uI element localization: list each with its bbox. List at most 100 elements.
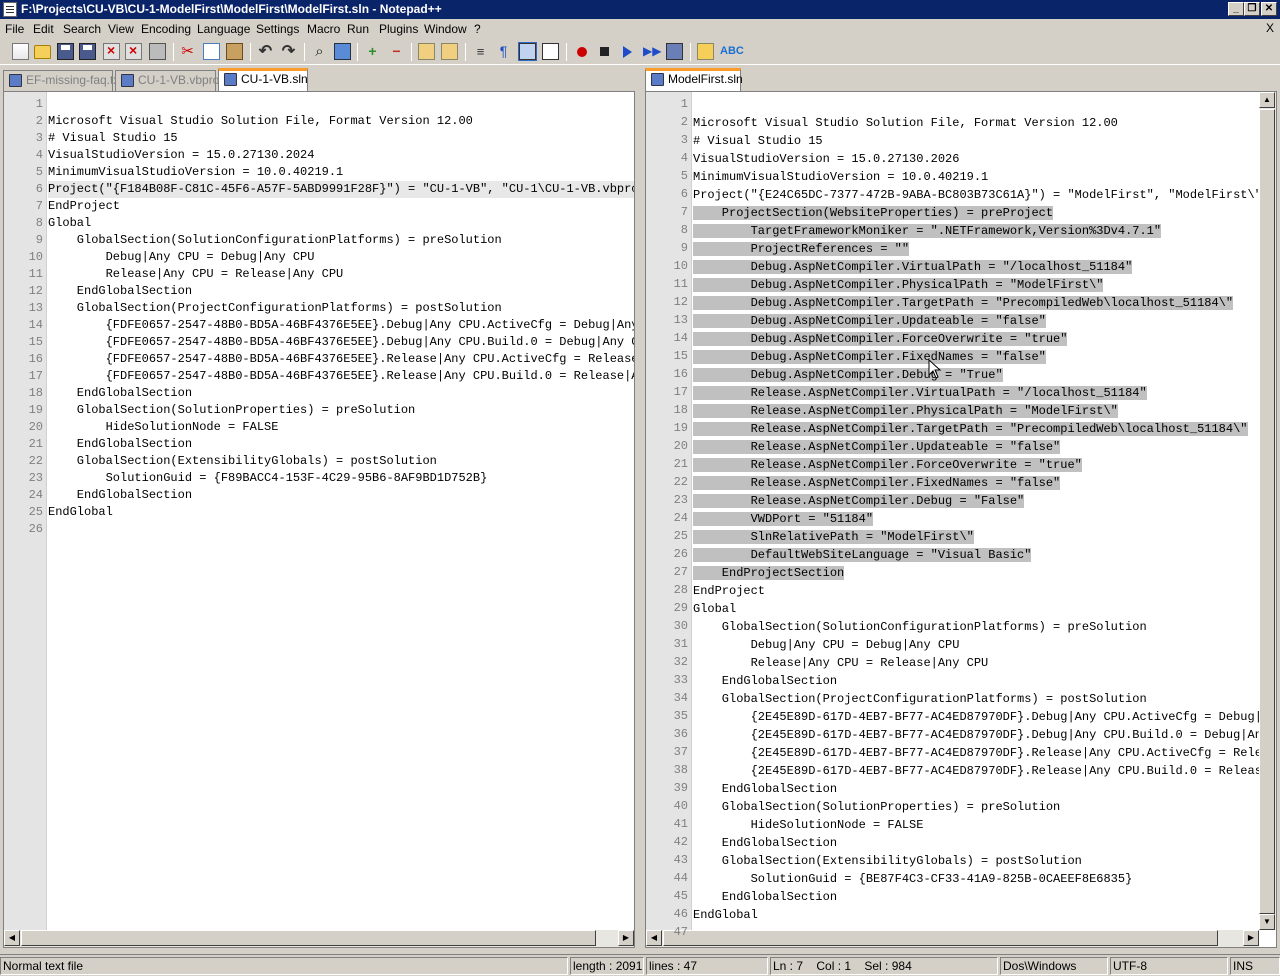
word-wrap-icon[interactable]: ≡ xyxy=(472,43,489,60)
menu-settings[interactable]: Settings xyxy=(256,22,299,36)
line-number: 2 xyxy=(35,114,43,128)
notepad-app-icon[interactable] xyxy=(3,2,17,17)
record-macro-icon[interactable] xyxy=(577,47,587,57)
undo-icon[interactable]: ↶ xyxy=(257,43,274,60)
menu-window[interactable]: Window xyxy=(424,22,467,36)
horizontal-scrollbar[interactable]: ◀ ▶ xyxy=(4,930,634,947)
line-number: 18 xyxy=(673,403,688,417)
left-editor[interactable]: Microsoft Visual Studio Solution File, F… xyxy=(3,91,635,948)
code-line: EndGlobalSection xyxy=(693,782,838,796)
selected-text: Debug.AspNetCompiler.Debug = "True" xyxy=(693,368,1003,382)
maximize-button[interactable]: ❐ xyxy=(1244,2,1260,16)
scroll-right-icon[interactable]: ▶ xyxy=(618,930,634,946)
sync-horizontal-icon[interactable] xyxy=(441,43,458,60)
scroll-up-icon[interactable]: ▲ xyxy=(1259,92,1275,108)
status-encoding[interactable]: UTF-8 xyxy=(1110,957,1228,975)
code-line: VisualStudioVersion = 15.0.27130.2024 xyxy=(48,148,315,162)
indent-guide-icon[interactable] xyxy=(518,42,537,61)
line-number: 3 xyxy=(680,133,688,147)
menu-language[interactable]: Language xyxy=(197,22,250,36)
close-button[interactable]: ✕ xyxy=(1261,2,1277,16)
close-all-icon[interactable] xyxy=(125,42,142,60)
selected-text: EndProjectSection xyxy=(693,566,845,580)
right-editor[interactable]: Microsoft Visual Studio Solution File, F… xyxy=(645,91,1277,948)
status-eol[interactable]: Dos\Windows xyxy=(1000,957,1108,975)
selected-text: Debug.AspNetCompiler.VirtualPath = "/loc… xyxy=(693,260,1133,274)
menu-view[interactable]: View xyxy=(108,22,134,36)
status-bar: Normal text file length : 2091 lines : 4… xyxy=(0,954,1280,976)
status-file-type: Normal text file xyxy=(0,957,568,975)
line-number: 7 xyxy=(680,205,688,219)
line-number: 23 xyxy=(673,493,688,507)
code-line: HideSolutionNode = FALSE xyxy=(48,420,279,434)
code-line: EndGlobalSection xyxy=(48,488,193,502)
code-line: {FDFE0657-2547-48B0-BD5A-46BF4376E5EE}.D… xyxy=(48,335,634,349)
save-macro-icon[interactable] xyxy=(666,43,683,60)
save-icon[interactable] xyxy=(57,43,74,60)
paste-icon[interactable] xyxy=(226,43,243,60)
code-line: SolutionGuid = {F89BACC4-153F-4C29-95B6-… xyxy=(48,471,488,485)
spell-check-icon[interactable]: ABC xyxy=(720,43,744,60)
selected-text: TargetFrameworkMoniker = ".NETFramework,… xyxy=(693,224,1162,238)
menu-encoding[interactable]: Encoding xyxy=(141,22,191,36)
redo-icon[interactable]: ↷ xyxy=(280,43,297,60)
code-line: GlobalSection(ProjectConfigurationPlatfo… xyxy=(48,301,502,315)
code-line: GlobalSection(ExtensibilityGlobals) = po… xyxy=(693,854,1082,868)
left-code-area[interactable]: Microsoft Visual Studio Solution File, F… xyxy=(48,92,634,930)
stop-recording-icon[interactable] xyxy=(600,47,609,56)
code-line: GlobalSection(ExtensibilityGlobals) = po… xyxy=(48,454,437,468)
open-file-icon[interactable] xyxy=(34,45,51,59)
close-document-button[interactable]: X xyxy=(1266,21,1274,35)
view-splitter[interactable] xyxy=(637,91,645,948)
play-macro-icon[interactable] xyxy=(623,46,632,58)
tab-modelfirst-sln[interactable]: ModelFirst.sln xyxy=(645,68,743,91)
code-line: Debug.AspNetCompiler.TargetPath = "Preco… xyxy=(693,294,1259,312)
menu-help[interactable]: ? xyxy=(474,22,481,36)
code-line: EndGlobalSection xyxy=(48,284,193,298)
code-line: Release.AspNetCompiler.Debug = "False" xyxy=(693,492,1259,510)
menu-plugins[interactable]: Plugins xyxy=(379,22,418,36)
tab-ef-missing-faq[interactable]: EF-missing-faq.txt xyxy=(3,70,123,91)
code-line: TargetFrameworkMoniker = ".NETFramework,… xyxy=(693,222,1259,240)
zoom-out-icon[interactable]: − xyxy=(388,43,405,60)
sync-vertical-icon[interactable] xyxy=(418,43,435,60)
right-code-area[interactable]: Microsoft Visual Studio Solution File, F… xyxy=(693,92,1259,930)
user-language-icon[interactable] xyxy=(697,43,714,60)
save-all-icon[interactable] xyxy=(79,43,96,60)
vertical-scrollbar[interactable]: ▲ ▼ xyxy=(1259,92,1276,930)
close-file-icon[interactable] xyxy=(103,42,120,60)
run-macro-multiple-icon[interactable]: ▶▶ xyxy=(643,43,661,60)
menu-file[interactable]: File xyxy=(5,22,24,36)
line-number: 33 xyxy=(673,673,688,687)
line-number: 8 xyxy=(35,216,43,230)
scroll-thumb[interactable] xyxy=(21,930,596,946)
copy-icon[interactable] xyxy=(203,43,220,60)
tab-label: CU-1-VB.sln xyxy=(241,72,308,86)
find-icon[interactable]: ⌕ xyxy=(311,43,328,60)
print-icon[interactable] xyxy=(149,43,166,60)
tab-cu-1-vb-sln[interactable]: CU-1-VB.sln xyxy=(218,68,308,91)
doc-map-icon[interactable] xyxy=(542,43,559,60)
line-number: 20 xyxy=(673,439,688,453)
horizontal-scrollbar[interactable]: ◀ ▶ xyxy=(646,930,1259,947)
menu-search[interactable]: Search xyxy=(63,22,101,36)
selected-text: Release.AspNetCompiler.ForceOverwrite = … xyxy=(693,458,1082,472)
replace-icon[interactable] xyxy=(334,43,351,60)
minimize-button[interactable]: _ xyxy=(1228,2,1244,16)
show-all-characters-icon[interactable]: ¶ xyxy=(495,43,512,60)
menu-macro[interactable]: Macro xyxy=(307,22,340,36)
cut-icon[interactable]: ✂ xyxy=(179,43,196,60)
menu-run[interactable]: Run xyxy=(347,22,369,36)
code-line: {FDFE0657-2547-48B0-BD5A-46BF4376E5EE}.R… xyxy=(48,352,634,366)
tab-cu-1-vb-vbproj[interactable]: CU-1-VB.vbproj xyxy=(115,70,222,91)
scroll-left-icon[interactable]: ◀ xyxy=(4,930,20,946)
new-file-icon[interactable] xyxy=(12,43,29,60)
scroll-thumb[interactable] xyxy=(663,930,1218,946)
code-line: Global xyxy=(693,602,737,616)
zoom-in-icon[interactable]: + xyxy=(364,43,381,60)
menu-edit[interactable]: Edit xyxy=(33,22,54,36)
scroll-thumb[interactable] xyxy=(1259,109,1275,914)
scroll-right-icon[interactable]: ▶ xyxy=(1243,930,1259,946)
scroll-down-icon[interactable]: ▼ xyxy=(1259,914,1275,930)
code-line: GlobalSection(ProjectConfigurationPlatfo… xyxy=(693,692,1147,706)
